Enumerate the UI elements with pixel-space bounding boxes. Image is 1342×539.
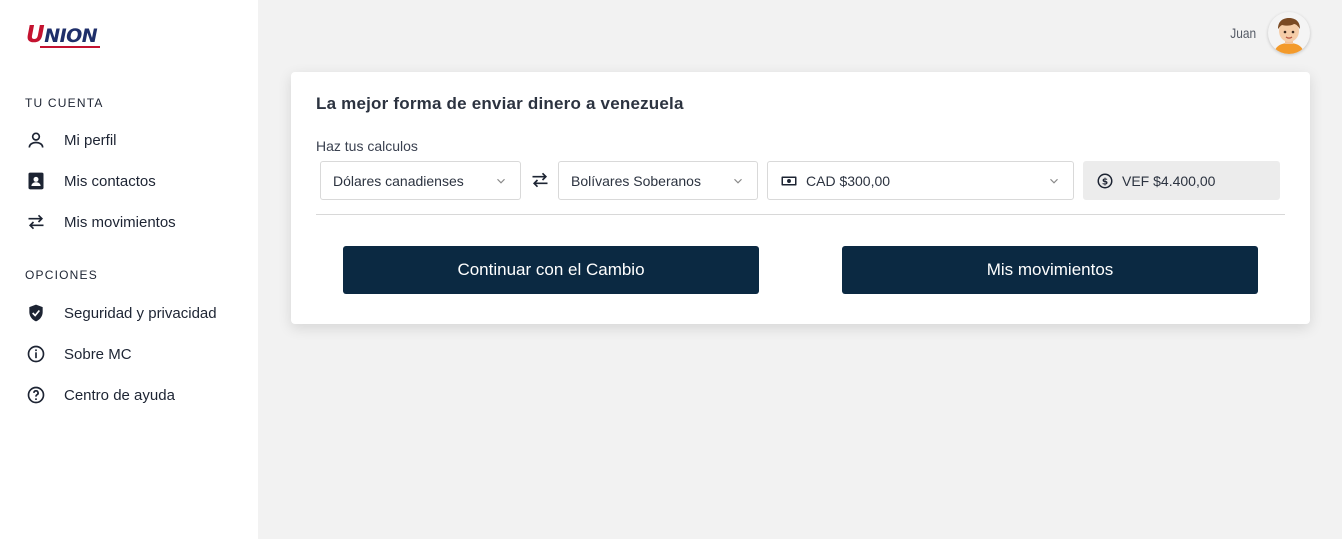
user-name: Juan [1229,25,1256,41]
result-field: $ VEF $4.400,00 [1083,161,1280,200]
movements-button[interactable]: Mis movimientos [842,246,1258,294]
swap-icon [24,210,48,234]
shield-icon [24,301,48,325]
amount-select[interactable]: CAD $300,00 [767,161,1074,200]
exchange-card: La mejor forma de enviar dinero a venezu… [291,72,1310,324]
user-menu[interactable]: Juan [1228,12,1310,54]
avatar[interactable] [1268,12,1310,54]
contacts-icon [24,169,48,193]
divider [316,214,1285,215]
to-currency-select[interactable]: Bolívares Soberanos [558,161,758,200]
chevron-down-icon [497,178,505,184]
result-value: VEF $4.400,00 [1122,172,1216,189]
chevron-down-icon [734,178,742,184]
help-icon [24,383,48,407]
from-currency-value: Dólares canadienses [333,172,464,189]
section-title-opciones: OPCIONES [25,268,98,282]
page-title: La mejor forma de enviar dinero a venezu… [316,94,684,113]
amount-value: CAD $300,00 [806,172,891,189]
sidebar-item-label: Sobre MC [64,345,132,363]
sidebar-item-mis-movimientos[interactable]: Mis movimientos [24,209,176,235]
sidebar-item-label: Centro de ayuda [64,386,175,404]
calc-label: Haz tus calculos [316,138,418,154]
sidebar-item-mi-perfil[interactable]: Mi perfil [24,127,117,153]
section-title-tu-cuenta: TU CUENTA [25,96,104,110]
person-icon [24,128,48,152]
from-currency-select[interactable]: Dólares canadienses [320,161,521,200]
sidebar-item-label: Mis movimientos [64,213,176,231]
sidebar-item-mis-contactos[interactable]: Mis contactos [24,168,156,194]
sidebar: UNION TU CUENTA Mi perfil Mis contactos … [0,0,258,539]
sidebar-item-label: Mis contactos [64,172,156,190]
sidebar-item-centro-ayuda[interactable]: Centro de ayuda [24,382,175,408]
union-logo[interactable]: UNION [26,22,102,52]
sidebar-item-label: Mi perfil [64,131,117,149]
swap-currencies-icon[interactable] [530,170,550,190]
to-currency-value: Bolívares Soberanos [571,172,701,189]
cash-icon [780,172,798,190]
info-icon [24,342,48,366]
svg-text:$: $ [1102,177,1108,187]
sidebar-item-sobre-mc[interactable]: Sobre MC [24,341,132,367]
sidebar-item-label: Seguridad y privacidad [64,304,217,322]
sidebar-item-seguridad[interactable]: Seguridad y privacidad [24,300,217,326]
chevron-down-icon [1050,178,1058,184]
logo-text: UNION [26,22,98,48]
continue-exchange-button[interactable]: Continuar con el Cambio [343,246,759,294]
dollar-circle-icon: $ [1096,172,1114,190]
